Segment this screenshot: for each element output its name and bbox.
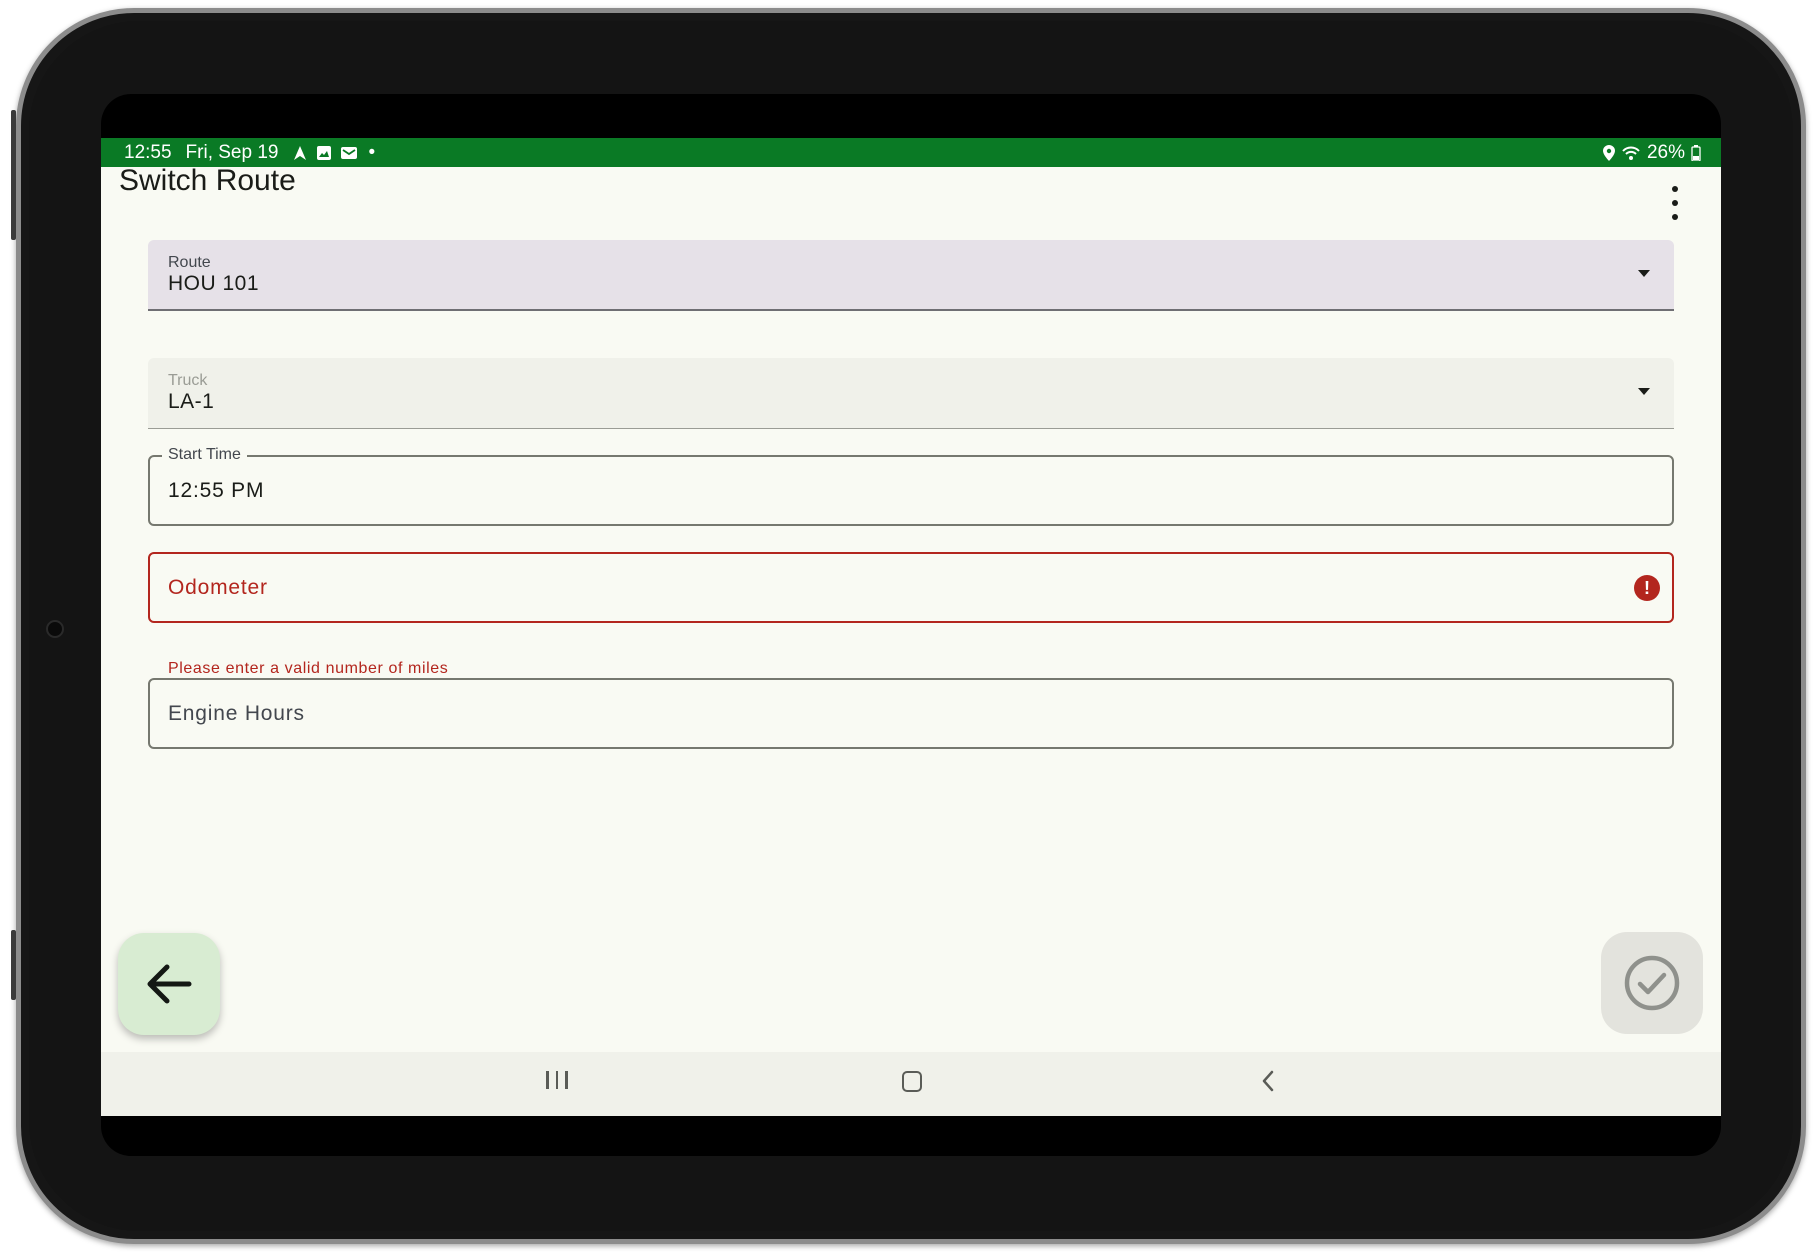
front-camera — [46, 620, 64, 638]
truck-label: Truck — [168, 372, 208, 389]
back-button[interactable] — [118, 933, 220, 1035]
navigation-icon — [292, 145, 308, 161]
status-date: Fri, Sep 19 — [185, 142, 279, 163]
recents-icon[interactable] — [546, 1071, 568, 1089]
route-dropdown[interactable]: Route HOU 101 — [148, 240, 1674, 311]
volume-button — [11, 110, 16, 240]
truck-dropdown[interactable]: Truck LA-1 — [148, 358, 1674, 429]
arrow-back-icon — [147, 964, 192, 1004]
start-time-value: 12:55 PM — [168, 479, 265, 502]
engine-hours-field[interactable]: Engine Hours — [148, 678, 1674, 749]
battery-icon — [1691, 145, 1701, 161]
mail-icon — [340, 145, 358, 161]
home-icon[interactable] — [902, 1071, 922, 1092]
power-button — [11, 930, 16, 1000]
engine-hours-placeholder: Engine Hours — [168, 702, 305, 725]
chevron-down-icon — [1638, 388, 1650, 395]
status-bar: 12:55 Fri, Sep 19 • 26% — [101, 138, 1721, 167]
screen-bezel: 12:55 Fri, Sep 19 • 26% Switch Route Rou… — [101, 94, 1721, 1156]
error-icon: ! — [1634, 575, 1660, 601]
page-title: Switch Route — [119, 164, 296, 197]
status-time: 12:55 — [124, 142, 172, 163]
battery-percent: 26% — [1646, 142, 1685, 163]
confirm-button[interactable] — [1601, 932, 1703, 1034]
app-screen: 12:55 Fri, Sep 19 • 26% Switch Route Rou… — [101, 138, 1721, 1116]
start-time-label: Start Time — [162, 446, 247, 464]
start-time-field[interactable]: Start Time 12:55 PM — [148, 446, 1674, 526]
odometer-field[interactable]: Odometer ! — [148, 552, 1674, 623]
image-icon — [316, 145, 332, 161]
check-circle-icon — [1624, 955, 1680, 1011]
route-value: HOU 101 — [168, 272, 260, 295]
odometer-placeholder: Odometer — [168, 576, 268, 599]
more-vert-icon[interactable] — [1665, 186, 1685, 220]
nav-back-icon[interactable] — [1261, 1070, 1275, 1097]
wifi-icon — [1621, 145, 1641, 161]
location-icon — [1602, 145, 1615, 161]
status-dot: • — [368, 142, 376, 163]
truck-value: LA-1 — [168, 390, 215, 413]
odometer-error-text: Please enter a valid number of miles — [168, 660, 449, 677]
chevron-down-icon — [1638, 270, 1650, 277]
route-label: Route — [168, 254, 211, 271]
system-nav-bar — [101, 1052, 1721, 1116]
